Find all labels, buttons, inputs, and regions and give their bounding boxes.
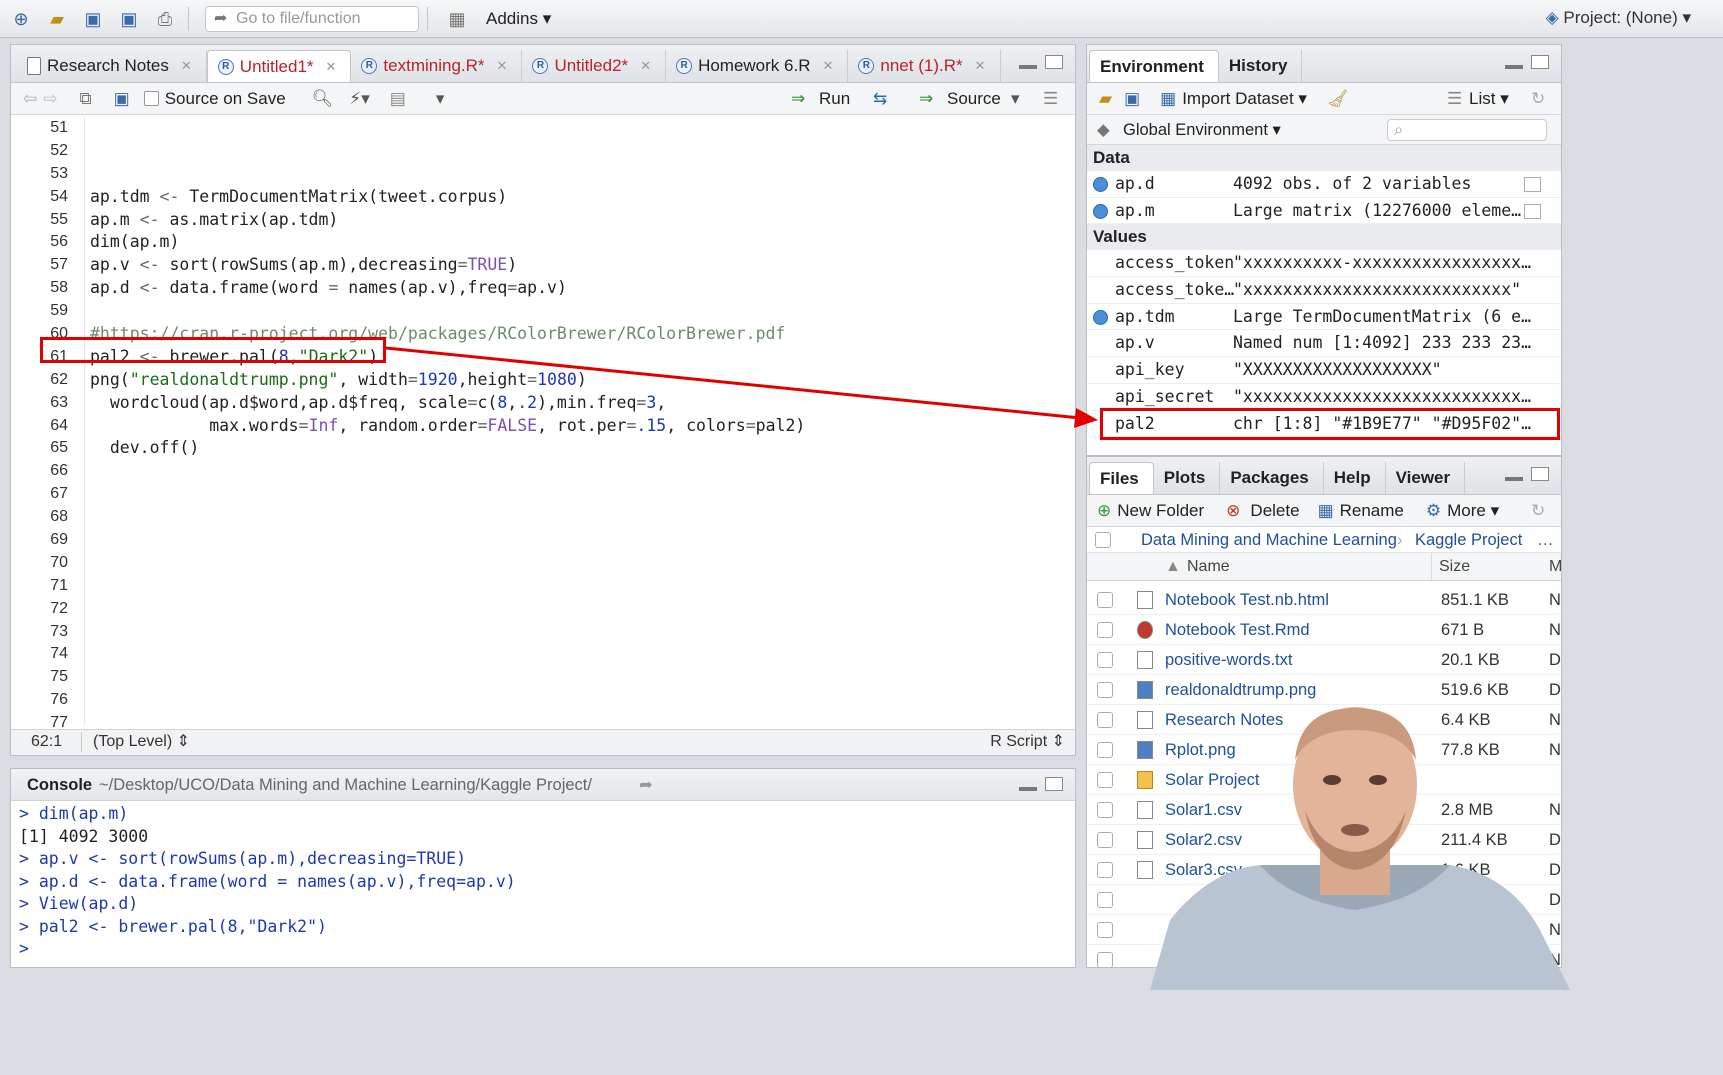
presenter-webcam-overlay	[1150, 707, 1570, 990]
